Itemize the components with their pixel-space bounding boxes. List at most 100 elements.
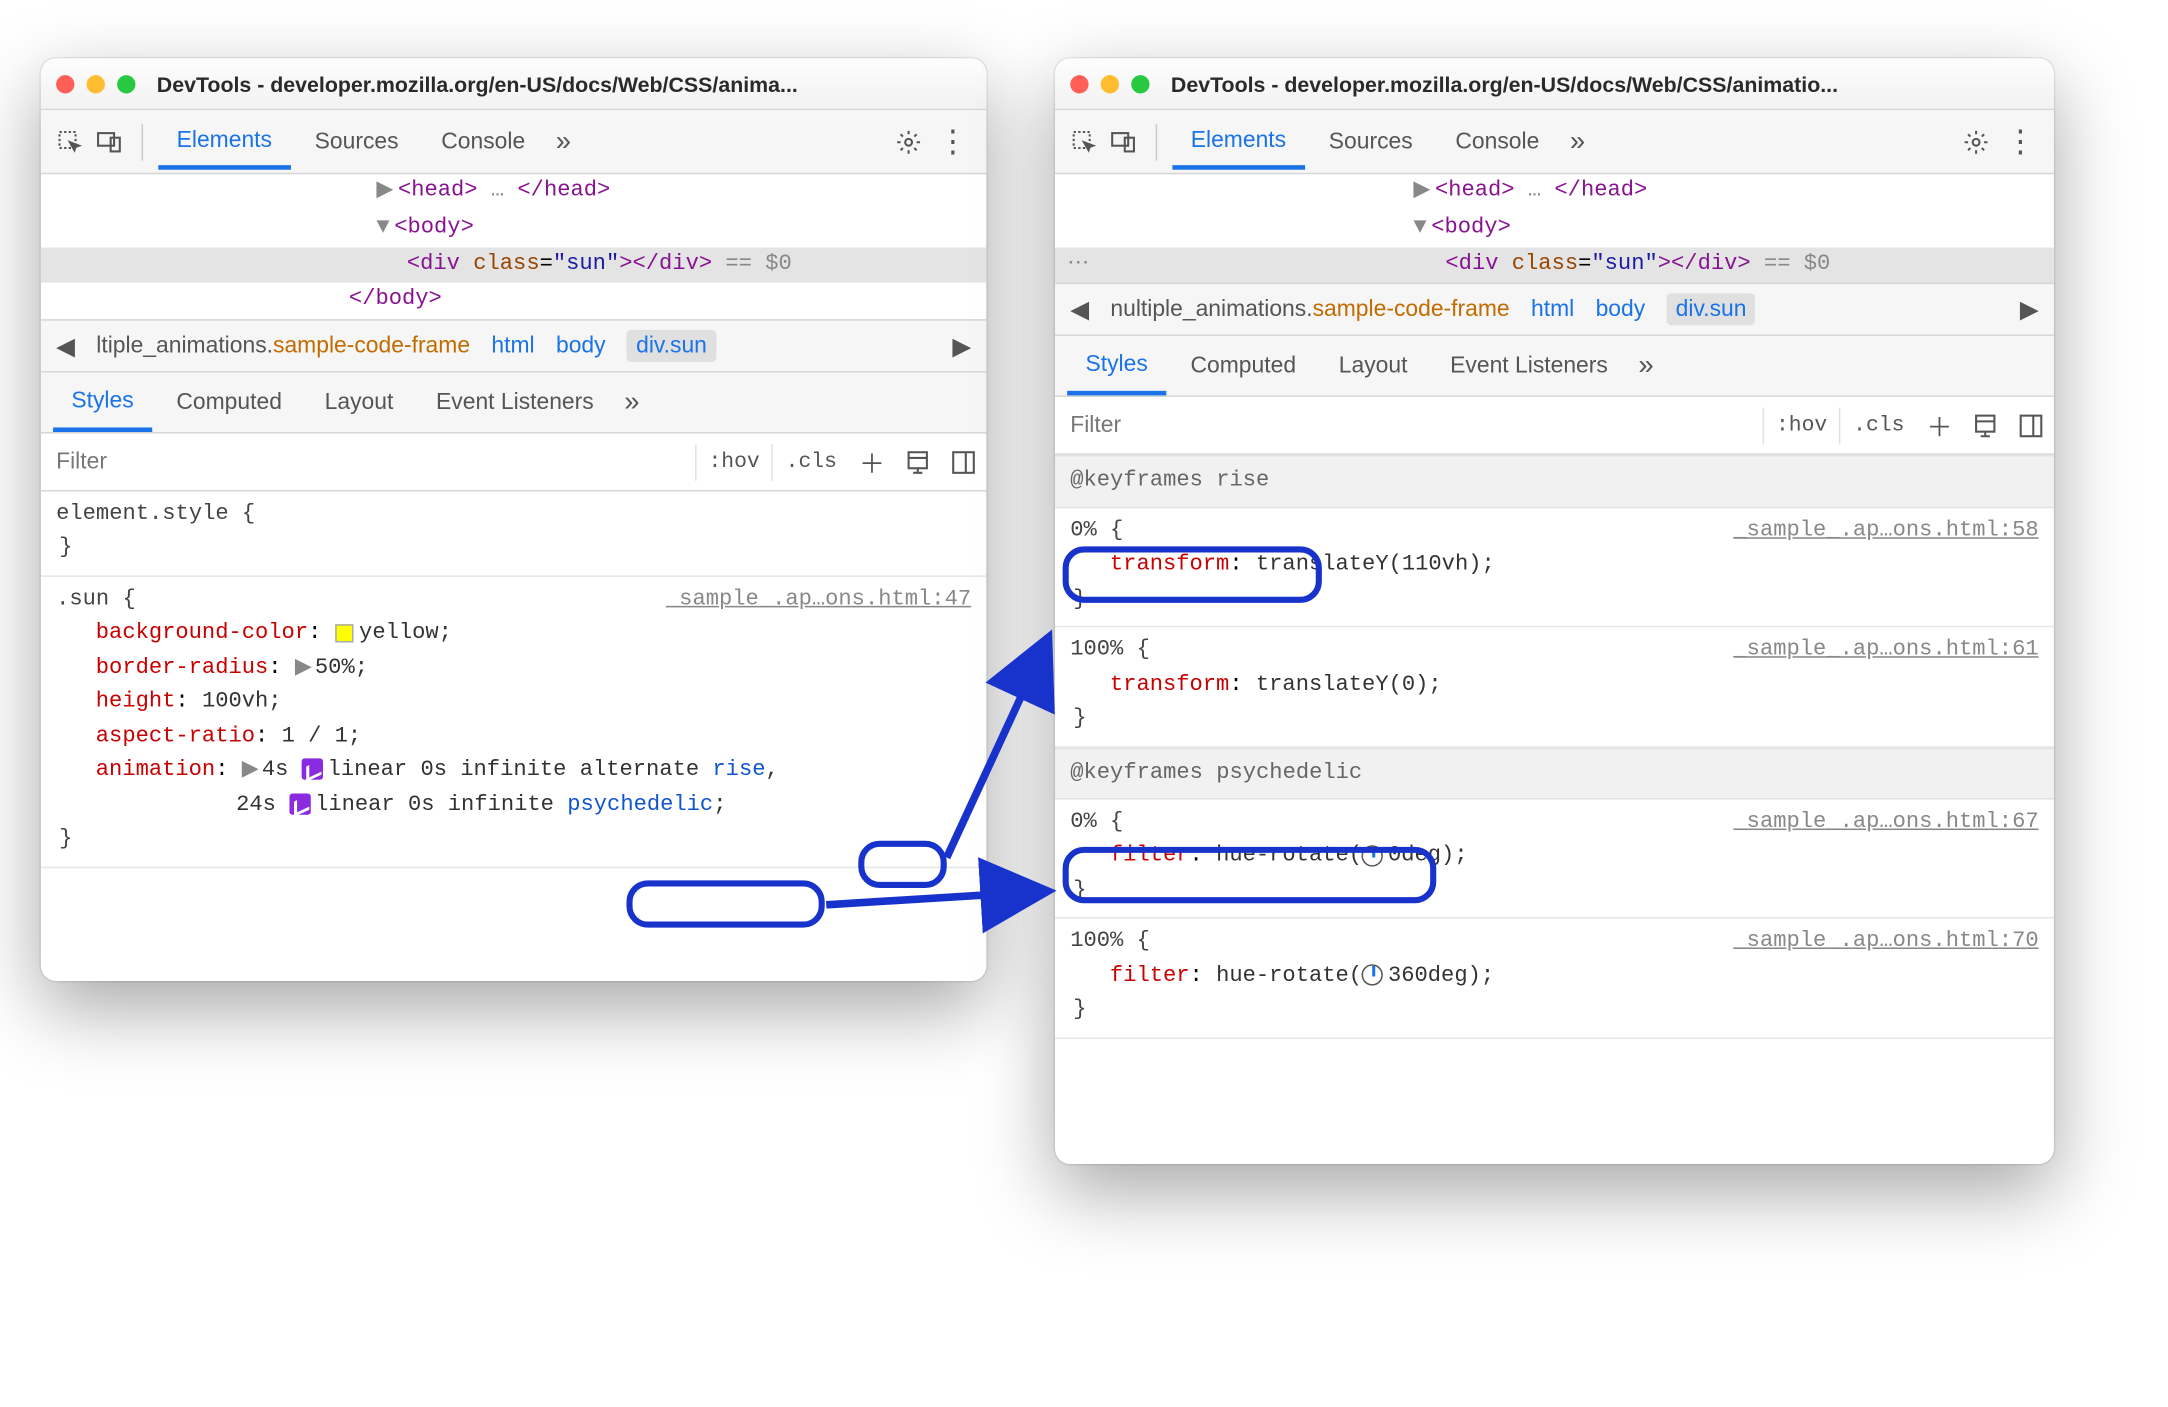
tab-sources[interactable]: Sources (1310, 116, 1431, 166)
devtools-window-left: DevTools - developer.mozilla.org/en-US/d… (41, 58, 987, 981)
keyframes-link-rise[interactable]: rise (712, 759, 765, 783)
prop-transform[interactable]: transform: translateY(0); (1070, 668, 2038, 702)
tab-elements[interactable]: Elements (158, 114, 290, 169)
tab-sources[interactable]: Sources (296, 116, 417, 166)
crumb-html[interactable]: html (1531, 297, 1574, 323)
breadcrumb[interactable]: ◀ ltiple_animations.sample-code-frame ht… (41, 319, 987, 372)
titlebar: DevTools - developer.mozilla.org/en-US/d… (41, 58, 987, 110)
rule-sun-selector[interactable]: .sun { (56, 583, 136, 617)
subtab-event-listeners[interactable]: Event Listeners (1432, 339, 1626, 392)
devtools-window-right: DevTools - developer.mozilla.org/en-US/d… (1055, 58, 2054, 1164)
zoom-icon[interactable] (1131, 74, 1149, 92)
devtools-main-toolbar: Elements Sources Console » ⋮ (1055, 110, 2054, 174)
chevron-left-icon[interactable]: ◀ (56, 331, 75, 362)
rule-source-link[interactable]: _sample_.ap…ons.html:58 (1733, 514, 2038, 548)
new-rule-icon[interactable]: ＋ (849, 443, 895, 481)
chevron-left-icon[interactable]: ◀ (1070, 294, 1089, 325)
prop-animation[interactable]: animation: ▶4s linear 0s infinite altern… (56, 754, 971, 788)
prop-background-color[interactable]: background-color: yellow; (56, 617, 971, 651)
more-tabs-icon[interactable]: » (550, 126, 577, 158)
hov-toggle[interactable]: :hov (1762, 407, 1839, 444)
prop-filter[interactable]: filter: hue-rotate(360deg); (1070, 959, 2038, 993)
elements-dom-tree[interactable]: ▶<head> … </head> ▼<body> <div class="su… (41, 174, 987, 319)
computed-toggle-icon[interactable] (941, 448, 987, 475)
computed-toggle-icon[interactable] (2008, 412, 2054, 439)
subtab-layout[interactable]: Layout (306, 376, 411, 429)
subtab-computed[interactable]: Computed (158, 376, 300, 429)
new-rule-icon[interactable]: ＋ (1917, 406, 1963, 444)
filter-input[interactable]: Filter (1055, 403, 1762, 447)
styles-filter-bar: Filter :hov .cls ＋ (1055, 397, 2054, 455)
prop-height[interactable]: height: 100vh; (56, 686, 971, 720)
prop-filter[interactable]: filter: hue-rotate(0deg); (1070, 840, 2038, 874)
crumb-body[interactable]: body (1596, 297, 1646, 323)
prop-animation-line2[interactable]: 24s linear 0s infinite psychedelic; (56, 788, 971, 822)
rendering-emulation-icon[interactable] (895, 448, 941, 475)
close-icon[interactable] (56, 74, 74, 92)
easing-swatch-icon[interactable] (289, 793, 310, 814)
hov-toggle[interactable]: :hov (695, 443, 772, 480)
more-tabs-icon[interactable]: » (1564, 126, 1591, 158)
rendering-emulation-icon[interactable] (1962, 412, 2008, 439)
prop-transform[interactable]: transform: translateY(110vh); (1070, 548, 2038, 582)
tab-elements[interactable]: Elements (1172, 114, 1304, 169)
subtab-event-listeners[interactable]: Event Listeners (418, 376, 612, 429)
angle-swatch-icon[interactable] (1362, 964, 1383, 985)
settings-icon[interactable] (892, 125, 926, 159)
easing-swatch-icon[interactable] (302, 759, 323, 780)
keyframes-header-rise: @keyframes rise (1055, 455, 2054, 508)
kebab-menu-icon[interactable]: ⋮ (931, 122, 974, 160)
filter-input[interactable]: Filter (41, 440, 695, 484)
cls-toggle[interactable]: .cls (772, 443, 849, 480)
subtab-computed[interactable]: Computed (1172, 339, 1314, 392)
more-subtabs-icon[interactable]: » (618, 386, 645, 418)
rule-source-link[interactable]: _sample_.ap…ons.html:67 (1733, 806, 2038, 840)
angle-swatch-icon[interactable] (1362, 845, 1383, 866)
settings-icon[interactable] (1959, 125, 1993, 159)
close-icon[interactable] (1070, 74, 1088, 92)
more-subtabs-icon[interactable]: » (1632, 350, 1659, 382)
subtab-styles[interactable]: Styles (1067, 337, 1166, 395)
styles-panel-tabs: Styles Computed Layout Event Listeners » (41, 373, 987, 434)
device-toggle-icon[interactable] (93, 125, 127, 159)
device-toggle-icon[interactable] (1107, 125, 1141, 159)
zoom-icon[interactable] (117, 74, 135, 92)
tab-console[interactable]: Console (1437, 116, 1558, 166)
minimize-icon[interactable] (87, 74, 105, 92)
styles-filter-bar: Filter :hov .cls ＋ (41, 434, 987, 492)
devtools-main-toolbar: Elements Sources Console » ⋮ (41, 110, 987, 174)
crumb-div-sun[interactable]: div.sun (627, 330, 716, 362)
cls-toggle[interactable]: .cls (1839, 407, 1916, 444)
rule-source-link[interactable]: _sample_.ap…ons.html:47 (666, 583, 971, 617)
styles-rules: element.style { } .sun { _sample_.ap…ons… (41, 492, 987, 868)
crumb-div-sun[interactable]: div.sun (1667, 294, 1756, 326)
minimize-icon[interactable] (1101, 74, 1119, 92)
inspect-icon[interactable] (1067, 125, 1101, 159)
crumb-frame[interactable]: ltiple_animations.sample-code-frame (96, 333, 470, 359)
chevron-right-icon[interactable]: ▶ (2020, 294, 2039, 325)
crumb-body[interactable]: body (556, 333, 606, 359)
breadcrumb[interactable]: ◀ nultiple_animations.sample-code-frame … (1055, 283, 2054, 336)
color-swatch-icon[interactable] (335, 624, 353, 642)
crumb-frame[interactable]: nultiple_animations.sample-code-frame (1110, 297, 1509, 323)
tab-console[interactable]: Console (423, 116, 544, 166)
prop-aspect-ratio[interactable]: aspect-ratio: 1 / 1; (56, 720, 971, 754)
kebab-menu-icon[interactable]: ⋮ (1999, 122, 2042, 160)
rule-source-link[interactable]: _sample_.ap…ons.html:61 (1733, 634, 2038, 668)
elements-dom-tree[interactable]: ▶<head> … </head> ▼<body> ⋯<div class="s… (1055, 174, 2054, 283)
rule-source-link[interactable]: _sample_.ap…ons.html:70 (1733, 925, 2038, 959)
prop-border-radius[interactable]: border-radius: ▶50%; (56, 651, 971, 685)
crumb-html[interactable]: html (491, 333, 534, 359)
styles-rules: @keyframes rise 0% {_sample_.ap…ons.html… (1055, 455, 2054, 1038)
window-title: DevTools - developer.mozilla.org/en-US/d… (1171, 71, 2039, 95)
keyframes-link-psychedelic[interactable]: psychedelic (567, 793, 713, 817)
window-title: DevTools - developer.mozilla.org/en-US/d… (157, 71, 971, 95)
rule-element-style[interactable]: element.style { (56, 498, 971, 532)
subtab-layout[interactable]: Layout (1320, 339, 1425, 392)
chevron-right-icon[interactable]: ▶ (952, 331, 971, 362)
titlebar: DevTools - developer.mozilla.org/en-US/d… (1055, 58, 2054, 110)
subtab-styles[interactable]: Styles (53, 373, 152, 431)
keyframes-header-psychedelic: @keyframes psychedelic (1055, 747, 2054, 800)
inspect-icon[interactable] (53, 125, 87, 159)
styles-panel-tabs: Styles Computed Layout Event Listeners » (1055, 336, 2054, 397)
